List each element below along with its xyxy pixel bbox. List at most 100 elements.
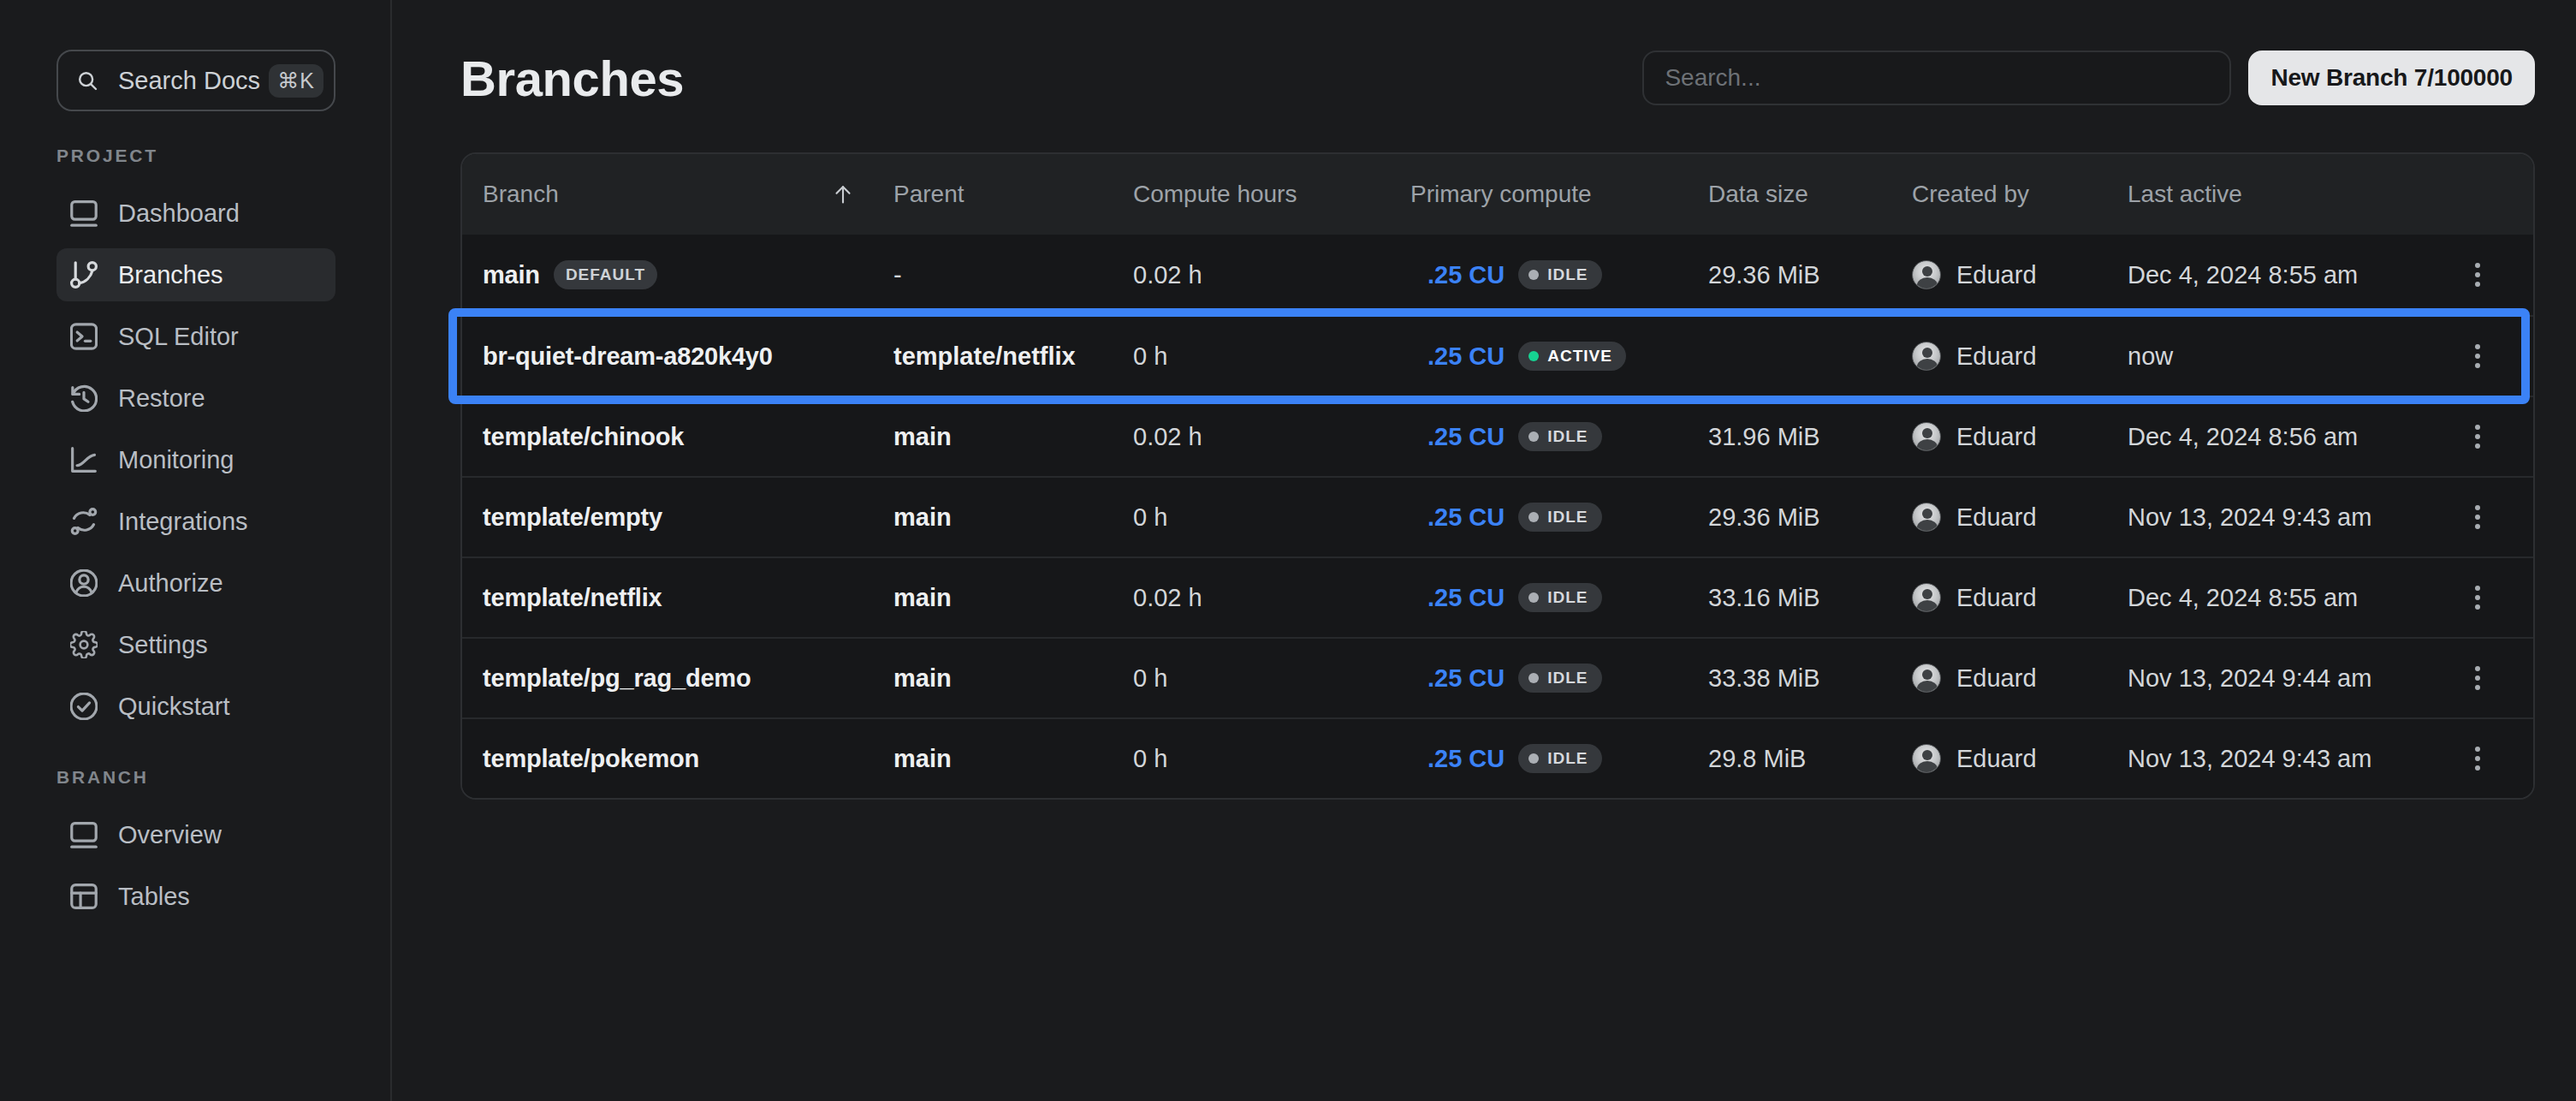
compute-hours: 0 h bbox=[1133, 745, 1410, 773]
main-content: Branches New Branch 7/100000 Branch Pare… bbox=[392, 0, 2576, 1101]
sidebar-item-quickstart[interactable]: Quickstart bbox=[56, 680, 335, 733]
avatar bbox=[1912, 744, 1941, 773]
tables-icon bbox=[70, 883, 98, 910]
row-menu-button[interactable] bbox=[2468, 337, 2487, 375]
default-badge: DEFAULT bbox=[554, 260, 657, 289]
app: Search Docs ⌘K PROJECT Dashboard Branches S… bbox=[0, 0, 2576, 1101]
table-row-br-quiet-dream-a820k4y0[interactable]: br-quiet-dream-a820k4y0template/netflix0… bbox=[462, 315, 2533, 396]
parent-branch: main bbox=[893, 423, 1133, 451]
shortcut-badge: ⌘K bbox=[269, 64, 323, 98]
branch-name: template/empty bbox=[483, 503, 662, 532]
branch-name: main bbox=[483, 261, 540, 289]
data-size: 31.96 MiB bbox=[1708, 423, 1912, 451]
sidebar: Search Docs ⌘K PROJECT Dashboard Branches S… bbox=[0, 0, 392, 1101]
sidebar-item-dashboard[interactable]: Dashboard bbox=[56, 187, 335, 240]
column-header-primary-compute[interactable]: Primary compute bbox=[1410, 181, 1708, 208]
section-label: PROJECT bbox=[56, 146, 335, 166]
status-pill: ACTIVE bbox=[1518, 342, 1626, 371]
sidebar-item-integrations[interactable]: Integrations bbox=[56, 495, 335, 548]
sidebar-item-restore[interactable]: Restore bbox=[56, 372, 335, 425]
table-row-template/pokemon[interactable]: template/pokemonmain0 h.25 CUIDLE29.8 Mi… bbox=[462, 717, 2533, 798]
sidebar-item-tables[interactable]: Tables bbox=[56, 870, 335, 923]
avatar bbox=[1912, 664, 1941, 693]
status-dot-icon bbox=[1528, 592, 1539, 603]
sidebar-item-monitoring[interactable]: Monitoring bbox=[56, 433, 335, 486]
column-header-last-active[interactable]: Last active bbox=[2128, 181, 2460, 208]
last-active: Dec 4, 2024 8:55 am bbox=[2128, 261, 2460, 289]
search-input[interactable] bbox=[1642, 51, 2231, 105]
new-branch-button[interactable]: New Branch 7/100000 bbox=[2248, 51, 2535, 105]
table-row-main[interactable]: mainDEFAULT-0.02 h.25 CUIDLE29.36 MiBEdu… bbox=[462, 235, 2533, 315]
integrations-icon bbox=[70, 508, 98, 535]
column-header-branch[interactable]: Branch bbox=[483, 181, 893, 208]
table-row-template/empty[interactable]: template/emptymain0 h.25 CUIDLE29.36 MiB… bbox=[462, 476, 2533, 556]
created-by: Eduard bbox=[1912, 664, 2128, 693]
compute-hours: 0.02 h bbox=[1133, 584, 1410, 612]
table-header: Branch Parent Compute hours Primary comp… bbox=[462, 154, 2533, 235]
sidebar-item-sql-editor[interactable]: SQL Editor bbox=[56, 310, 335, 363]
overview-icon bbox=[70, 821, 98, 848]
status-pill: IDLE bbox=[1518, 260, 1601, 289]
column-header-created-by[interactable]: Created by bbox=[1912, 181, 2128, 208]
status-pill: IDLE bbox=[1518, 422, 1601, 451]
compute-units-link[interactable]: .25 CU bbox=[1427, 342, 1505, 371]
sidebar-item-label: Authorize bbox=[118, 569, 223, 598]
status-pill: IDLE bbox=[1518, 583, 1601, 612]
row-menu-button[interactable] bbox=[2468, 256, 2487, 294]
row-menu-button[interactable] bbox=[2468, 740, 2487, 777]
row-menu-button[interactable] bbox=[2468, 579, 2487, 616]
sql-editor-icon bbox=[70, 323, 98, 350]
parent-branch: main bbox=[893, 503, 1133, 532]
avatar bbox=[1912, 503, 1941, 532]
sidebar-item-settings[interactable]: Settings bbox=[56, 618, 335, 671]
compute-units-link[interactable]: .25 CU bbox=[1427, 423, 1505, 451]
sidebar-item-label: Quickstart bbox=[118, 693, 230, 721]
column-header-parent[interactable]: Parent bbox=[893, 181, 1133, 208]
settings-icon bbox=[70, 631, 98, 658]
compute-units-link[interactable]: .25 CU bbox=[1427, 503, 1505, 532]
created-by: Eduard bbox=[1912, 583, 2128, 612]
compute-units-link[interactable]: .25 CU bbox=[1427, 261, 1505, 289]
table-row-template/pg_rag_demo[interactable]: template/pg_rag_demomain0 h.25 CUIDLE33.… bbox=[462, 637, 2533, 717]
status-dot-icon bbox=[1528, 673, 1539, 683]
table-row-template/netflix[interactable]: template/netflixmain0.02 h.25 CUIDLE33.1… bbox=[462, 556, 2533, 637]
sidebar-item-label: Monitoring bbox=[118, 446, 234, 474]
avatar bbox=[1912, 342, 1941, 371]
restore-icon bbox=[70, 384, 98, 412]
parent-branch: main bbox=[893, 745, 1133, 773]
compute-units-link[interactable]: .25 CU bbox=[1427, 664, 1505, 693]
branches-table: Branch Parent Compute hours Primary comp… bbox=[460, 152, 2535, 800]
sidebar-item-label: Restore bbox=[118, 384, 205, 413]
sidebar-item-overview[interactable]: Overview bbox=[56, 808, 335, 861]
branch-name: template/chinook bbox=[483, 423, 684, 451]
compute-hours: 0 h bbox=[1133, 342, 1410, 371]
search-docs-button[interactable]: Search Docs ⌘K bbox=[56, 50, 335, 111]
row-menu-button[interactable] bbox=[2468, 498, 2487, 536]
column-header-data-size[interactable]: Data size bbox=[1708, 181, 1912, 208]
sidebar-item-label: SQL Editor bbox=[118, 323, 239, 351]
topbar: Branches New Branch 7/100000 bbox=[460, 50, 2535, 106]
data-size: 33.38 MiB bbox=[1708, 664, 1912, 693]
last-active: Dec 4, 2024 8:55 am bbox=[2128, 584, 2460, 612]
compute-units-link[interactable]: .25 CU bbox=[1427, 584, 1505, 612]
status-pill: IDLE bbox=[1518, 503, 1601, 532]
status-dot-icon bbox=[1528, 351, 1539, 361]
creator-name: Eduard bbox=[1956, 503, 2037, 532]
last-active: Nov 13, 2024 9:44 am bbox=[2128, 664, 2460, 693]
compute-hours: 0.02 h bbox=[1133, 423, 1410, 451]
row-menu-button[interactable] bbox=[2468, 418, 2487, 455]
table-row-template/chinook[interactable]: template/chinook main0.02 h .25 CU IDLE 31.9… bbox=[462, 396, 2533, 476]
column-header-compute-hours[interactable]: Compute hours bbox=[1133, 181, 1410, 208]
compute-units-link[interactable]: .25 CU bbox=[1427, 745, 1505, 773]
sidebar-item-branches[interactable]: Branches bbox=[56, 248, 335, 301]
row-menu-button[interactable] bbox=[2468, 659, 2487, 697]
sidebar-item-authorize[interactable]: Authorize bbox=[56, 556, 335, 610]
branches-icon bbox=[70, 261, 98, 289]
compute-hours: 0 h bbox=[1133, 503, 1410, 532]
data-size: 33.16 MiB bbox=[1708, 584, 1912, 612]
branch-name: template/netflix bbox=[483, 584, 662, 612]
quickstart-icon bbox=[70, 693, 98, 720]
branch-name: template/pokemon bbox=[483, 745, 699, 773]
created-by: Eduard bbox=[1912, 260, 2128, 289]
created-by: Eduard bbox=[1912, 342, 2128, 371]
